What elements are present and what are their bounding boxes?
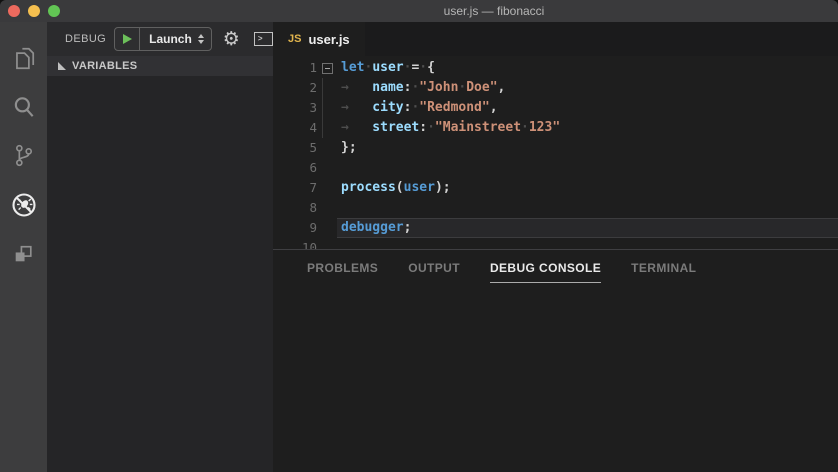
activity-bar: [0, 22, 47, 472]
code-line[interactable]: 10: [273, 238, 838, 249]
code-line[interactable]: 6: [273, 158, 838, 178]
line-number[interactable]: 1: [273, 58, 317, 78]
current-line-highlight: [337, 218, 838, 238]
code-line[interactable]: 8: [273, 198, 838, 218]
minimize-button[interactable]: [28, 5, 40, 17]
fold-column[interactable]: [317, 58, 337, 78]
console-chevron-icon: >: [255, 35, 263, 43]
activity-item-explorer[interactable]: [0, 33, 47, 82]
fold-column: [317, 238, 337, 249]
fold-column: [317, 218, 337, 238]
traffic-lights: [8, 5, 60, 17]
panel-tab-terminal[interactable]: TERMINAL: [631, 261, 696, 283]
variables-section-header[interactable]: VARIABLES: [47, 56, 273, 76]
activity-item-search[interactable]: [0, 82, 47, 131]
line-number[interactable]: 5: [273, 138, 317, 158]
activity-item-extensions[interactable]: [0, 229, 47, 278]
select-arrows-icon[interactable]: [198, 34, 204, 44]
code-text: →street:·"Mainstreet·123": [337, 118, 560, 138]
debug-toolbar: DEBUG Launch ⚙ >: [47, 22, 273, 56]
fold-column: [317, 178, 337, 198]
line-number[interactable]: 4: [273, 118, 317, 138]
code-text: [337, 238, 341, 249]
line-number[interactable]: 9: [273, 218, 317, 238]
debug-no-bug-icon: [10, 191, 38, 219]
line-number[interactable]: 7: [273, 178, 317, 198]
panel-tabs: PROBLEMS OUTPUT DEBUG CONSOLE TERMINAL: [273, 250, 838, 283]
vscode-window: user.js — fibonacci: [0, 0, 838, 472]
code-text: };: [337, 138, 357, 158]
tab-bar: JS user.js: [273, 22, 838, 56]
code-text: →name:·"John·Doe",: [337, 78, 505, 98]
code-editor[interactable]: 1 let·user·=·{ 2 →name:·"John·Doe", 3 →city:·…: [273, 56, 838, 249]
debug-sidebar: DEBUG Launch ⚙ > VARIABL: [47, 22, 273, 472]
fold-column: [317, 98, 337, 118]
line-number[interactable]: 6: [273, 158, 317, 178]
fold-column: [317, 78, 337, 98]
tab-user-js[interactable]: JS user.js: [273, 22, 365, 56]
line-number[interactable]: 2: [273, 78, 317, 98]
code-lines: 1 let·user·=·{ 2 →name:·"John·Doe", 3 →city:·…: [273, 58, 838, 249]
panel-tab-debug-console[interactable]: DEBUG CONSOLE: [490, 261, 601, 283]
fold-column: [317, 138, 337, 158]
configure-gear-button[interactable]: ⚙: [223, 30, 240, 49]
extensions-icon: [11, 241, 36, 266]
close-button[interactable]: [8, 5, 20, 17]
fold-column: [317, 198, 337, 218]
fold-collapse-icon[interactable]: [322, 63, 333, 74]
launch-config-select[interactable]: Launch: [140, 32, 197, 46]
code-line[interactable]: 4 →street:·"Mainstreet·123": [273, 118, 838, 138]
line-number[interactable]: 8: [273, 198, 317, 218]
editor-group: JS user.js 1 let·user·=·{ 2 →name:·"John·Do…: [273, 22, 838, 472]
twistie-expanded-icon: [58, 62, 66, 70]
window-title: user.js — fibonacci: [0, 4, 838, 18]
debug-console-toggle-button[interactable]: >: [254, 32, 273, 46]
panel-tab-output[interactable]: OUTPUT: [408, 261, 460, 283]
bottom-panel: PROBLEMS OUTPUT DEBUG CONSOLE TERMINAL: [273, 249, 838, 472]
code-text: [337, 158, 341, 178]
variables-section-body: [47, 76, 273, 472]
zoom-button[interactable]: [48, 5, 60, 17]
fold-column: [317, 158, 337, 178]
debug-console-body[interactable]: [273, 283, 838, 472]
tab-filename: user.js: [308, 32, 349, 47]
titlebar: user.js — fibonacci: [0, 0, 838, 22]
git-branch-icon: [11, 143, 36, 168]
debug-view-title: DEBUG: [65, 33, 106, 45]
play-icon: [123, 34, 132, 44]
search-icon: [11, 94, 37, 120]
javascript-file-icon: JS: [288, 33, 301, 45]
files-icon: [11, 45, 37, 71]
code-line[interactable]: 2 →name:·"John·Doe",: [273, 78, 838, 98]
start-debugging-button[interactable]: [115, 28, 139, 50]
code-line[interactable]: 9 debugger;: [273, 218, 838, 238]
code-line[interactable]: 5};: [273, 138, 838, 158]
activity-item-source-control[interactable]: [0, 131, 47, 180]
code-text: →city:·"Redmond",: [337, 98, 498, 118]
panel-tab-problems[interactable]: PROBLEMS: [307, 261, 378, 283]
code-text: let·user·=·{: [337, 58, 435, 78]
code-line[interactable]: 7 process(user);: [273, 178, 838, 198]
code-text: process(user);: [337, 178, 451, 198]
line-number[interactable]: 10: [273, 238, 317, 249]
code-line[interactable]: 1 let·user·=·{: [273, 58, 838, 78]
activity-item-debug[interactable]: [0, 180, 47, 229]
line-number[interactable]: 3: [273, 98, 317, 118]
code-line[interactable]: 3 →city:·"Redmond",: [273, 98, 838, 118]
launch-configuration-control: Launch: [114, 27, 212, 51]
code-text: [337, 198, 341, 218]
variables-section-title: VARIABLES: [72, 60, 137, 72]
fold-column: [317, 118, 337, 138]
code-text: debugger;: [337, 218, 411, 238]
